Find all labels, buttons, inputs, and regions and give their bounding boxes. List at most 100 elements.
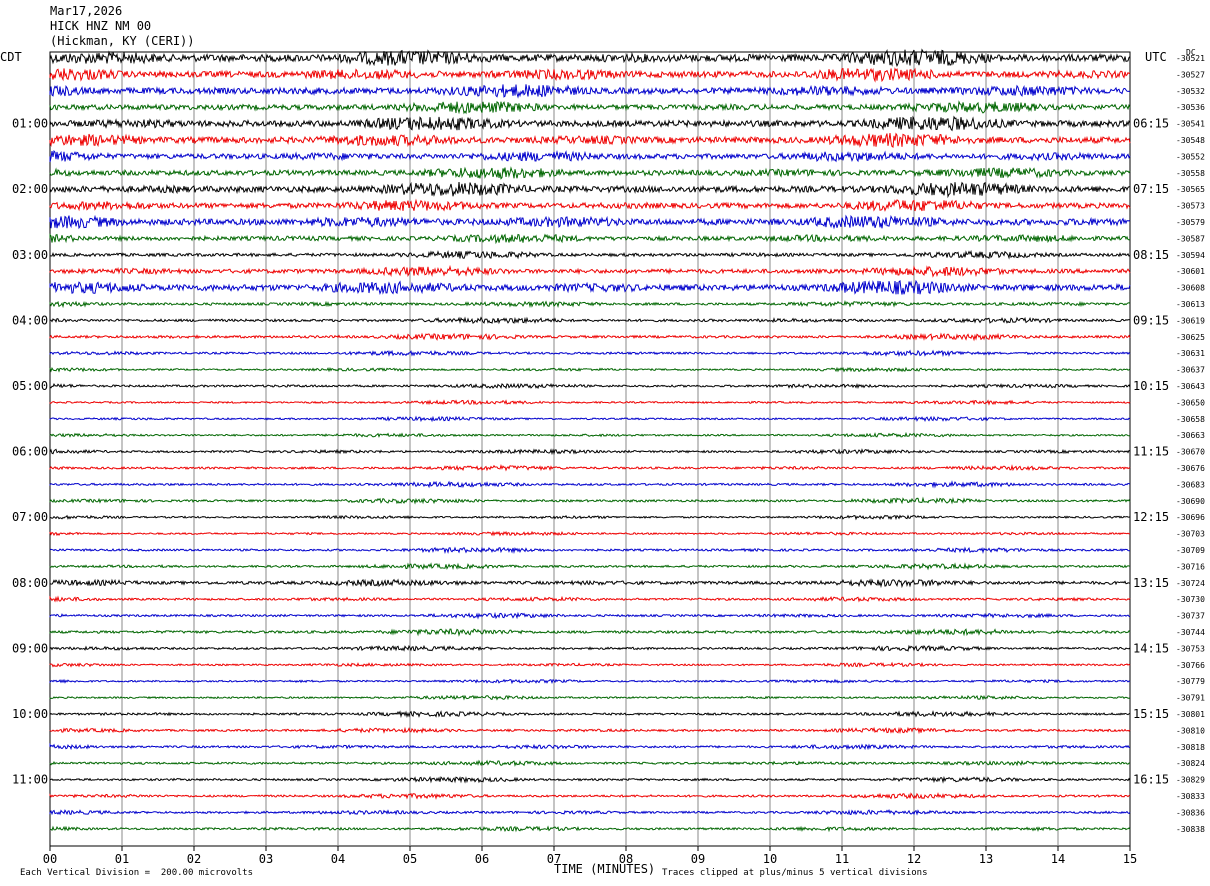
utc-hour-label: 16:15 xyxy=(1133,773,1169,787)
dc-offset-label: -30613 xyxy=(1176,300,1205,309)
dc-offset-label: -30716 xyxy=(1176,562,1205,571)
cdt-hour-label: 07:00 xyxy=(12,510,48,524)
seismic-trace xyxy=(49,825,1131,833)
seismic-trace xyxy=(49,299,1131,309)
seismic-trace xyxy=(49,578,1131,589)
seismic-trace xyxy=(49,84,1131,99)
cdt-hour-label: 01:00 xyxy=(12,117,48,131)
seismic-trace xyxy=(49,233,1131,245)
seismic-trace xyxy=(49,562,1131,571)
utc-hour-label: 14:15 xyxy=(1133,641,1169,655)
seismic-trace xyxy=(49,530,1131,537)
seismic-trace xyxy=(49,332,1131,342)
dc-offset-label: -30753 xyxy=(1176,644,1205,653)
utc-hour-label: 10:15 xyxy=(1133,379,1169,393)
x-tick-label: 12 xyxy=(907,852,921,866)
x-tick-label: 11 xyxy=(835,852,849,866)
seismic-trace xyxy=(49,611,1131,620)
x-tick-label: 05 xyxy=(403,852,417,866)
utc-hour-label: 08:15 xyxy=(1133,248,1169,262)
x-tick-label: 03 xyxy=(259,852,273,866)
seismic-trace xyxy=(49,150,1131,163)
seismic-trace xyxy=(49,808,1131,816)
dc-offset-label: -30737 xyxy=(1176,612,1205,621)
cdt-hour-label: 03:00 xyxy=(12,248,48,262)
dc-offset-label: -30650 xyxy=(1176,398,1205,407)
seismic-trace xyxy=(49,496,1131,505)
dc-offset-label: -30521 xyxy=(1176,54,1205,63)
dc-offset-label: -30619 xyxy=(1176,316,1205,325)
clip-note: Traces clipped at plus/minus 5 vertical … xyxy=(662,868,928,878)
x-tick-label: 10 xyxy=(763,852,777,866)
dc-offset-label: -30696 xyxy=(1176,513,1205,522)
seismic-trace xyxy=(49,595,1131,603)
dc-offset-label: -30744 xyxy=(1176,628,1205,637)
dc-offset-label: -30573 xyxy=(1176,202,1205,211)
seismic-trace xyxy=(49,759,1131,767)
seismic-trace xyxy=(49,279,1131,295)
x-tick-label: 01 xyxy=(115,852,129,866)
cdt-hour-label: 09:00 xyxy=(12,641,48,655)
dc-offset-label: -30637 xyxy=(1176,366,1205,375)
x-tick-label: 04 xyxy=(331,852,345,866)
dc-offset-label: -30541 xyxy=(1176,120,1205,129)
dc-offset-label: -30631 xyxy=(1176,349,1205,358)
dc-offset-label: -30690 xyxy=(1176,497,1205,506)
seismic-trace xyxy=(49,678,1131,685)
seismic-trace xyxy=(49,726,1131,735)
seismic-trace xyxy=(49,67,1131,83)
seismic-trace xyxy=(49,661,1131,668)
dc-offset-label: -30565 xyxy=(1176,185,1205,194)
dc-offset-label: -30810 xyxy=(1176,726,1205,735)
dc-offset-label: -30536 xyxy=(1176,103,1205,112)
seismic-trace xyxy=(49,775,1131,784)
seismic-trace xyxy=(49,399,1131,406)
seismic-trace xyxy=(49,264,1131,278)
dc-offset-label: -30643 xyxy=(1176,382,1205,391)
dc-offset-label: -30625 xyxy=(1176,333,1205,342)
x-tick-label: 09 xyxy=(691,852,705,866)
dc-offset-label: -30608 xyxy=(1176,284,1205,293)
dc-offset-label: -30836 xyxy=(1176,808,1205,817)
seismic-trace xyxy=(49,166,1131,180)
x-tick-label: 00 xyxy=(43,852,57,866)
seismic-trace xyxy=(49,546,1130,554)
dc-offset-label: -30838 xyxy=(1176,825,1205,834)
dc-offset-label: -30552 xyxy=(1176,152,1205,161)
seismic-trace xyxy=(49,742,1131,751)
utc-hour-label: 07:15 xyxy=(1133,182,1169,196)
seismic-trace xyxy=(49,382,1131,390)
cdt-hour-label: 06:00 xyxy=(12,445,48,459)
dc-offset-label: -30791 xyxy=(1176,694,1205,703)
dc-offset-label: -30670 xyxy=(1176,448,1205,457)
dc-offset-label: -30779 xyxy=(1176,677,1205,686)
utc-hour-label: 06:15 xyxy=(1133,117,1169,131)
cdt-hour-label: 05:00 xyxy=(12,379,48,393)
seismic-trace xyxy=(49,198,1131,212)
cdt-hour-label: 04:00 xyxy=(12,313,48,327)
seismic-trace xyxy=(49,480,1131,489)
dc-offset-label: -30703 xyxy=(1176,530,1205,539)
x-tick-label: 06 xyxy=(475,852,489,866)
scale-note: Each Vertical Division = 200.00 microvol… xyxy=(20,868,253,878)
dc-offset-label: -30709 xyxy=(1176,546,1205,555)
x-tick-label: 02 xyxy=(187,852,201,866)
seismic-trace xyxy=(49,431,1131,438)
seismic-trace xyxy=(49,628,1131,637)
cdt-hour-label: 02:00 xyxy=(12,182,48,196)
seismic-trace xyxy=(49,214,1131,230)
seismic-trace xyxy=(49,792,1131,800)
x-tick-label: 15 xyxy=(1123,852,1137,866)
seismic-trace xyxy=(49,249,1131,260)
seismic-trace xyxy=(49,415,1131,423)
seismic-trace xyxy=(49,132,1131,148)
seismic-trace xyxy=(49,316,1131,325)
seismic-trace xyxy=(49,463,1131,472)
seismic-trace xyxy=(49,349,1131,358)
x-tick-label: 13 xyxy=(979,852,993,866)
dc-offset-label: -30818 xyxy=(1176,743,1205,752)
utc-hour-label: 11:15 xyxy=(1133,445,1169,459)
seismogram-plot: 00 01 02 03 04 05 06 07 08 09 10 11 12 13 14 15-30521-3… xyxy=(12,48,1205,866)
dc-offset-label: -30766 xyxy=(1176,661,1205,670)
x-tick-label: 14 xyxy=(1051,852,1065,866)
